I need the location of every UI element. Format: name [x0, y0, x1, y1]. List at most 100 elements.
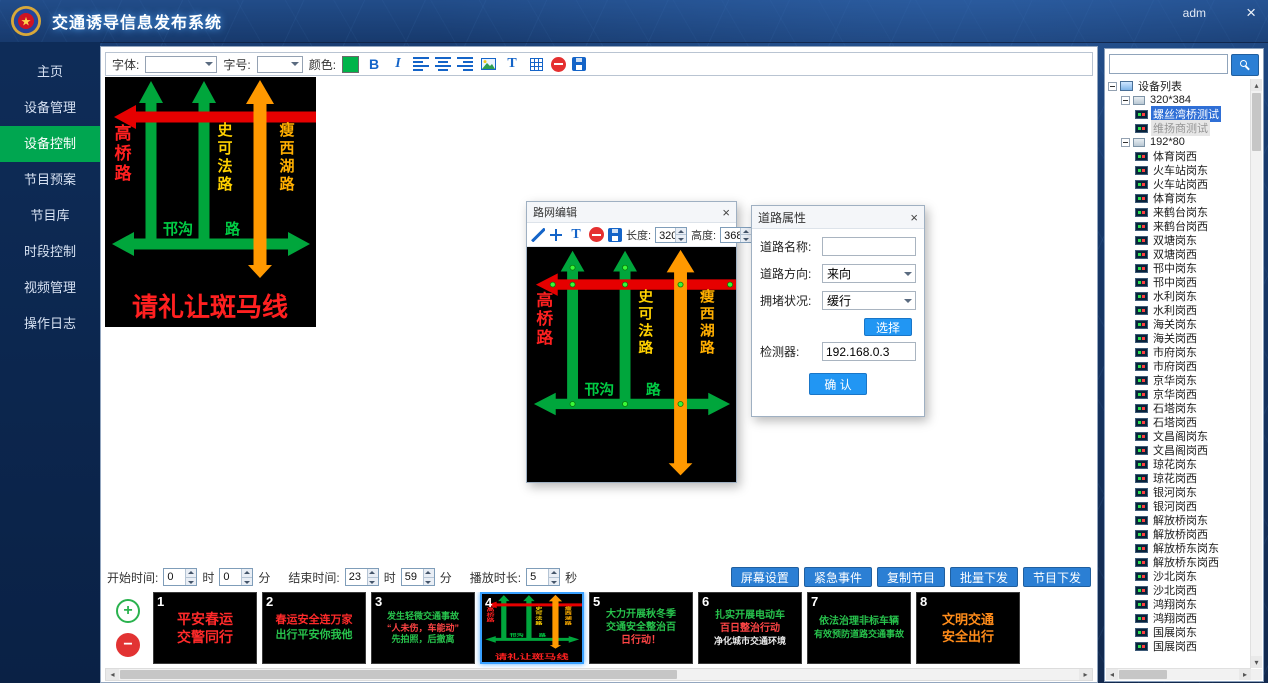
tree-device[interactable]: 体育岗西 [1108, 149, 1250, 163]
tree-device[interactable]: 文昌阁岗东 [1108, 429, 1250, 443]
spin-down-icon[interactable] [242, 577, 252, 586]
tree-device[interactable]: 水利岗东 [1108, 289, 1250, 303]
tree-device[interactable]: 火车站岗东 [1108, 163, 1250, 177]
detector-input[interactable] [822, 342, 916, 361]
align-left-icon[interactable] [413, 55, 429, 73]
tree-device[interactable]: 市府岗西 [1108, 359, 1250, 373]
start-hour-spinner[interactable]: 0 [163, 568, 197, 586]
scroll-right-icon[interactable] [1079, 669, 1092, 680]
tree-device[interactable]: 文昌阁岗西 [1108, 443, 1250, 457]
length-spinner[interactable]: 320 [655, 227, 687, 243]
collapse-icon[interactable] [1121, 138, 1130, 147]
tree-device[interactable]: 石塔岗西 [1108, 415, 1250, 429]
remove-program-button[interactable]: − [116, 633, 140, 657]
sidebar-item-device-control[interactable]: 设备控制 [0, 126, 100, 162]
scrollbar-thumb[interactable] [1119, 670, 1167, 679]
tree-device[interactable]: 解放桥岗东 [1108, 513, 1250, 527]
tree-device[interactable]: 琼花岗东 [1108, 457, 1250, 471]
close-icon[interactable]: × [1246, 3, 1256, 23]
horizontal-scrollbar[interactable] [105, 668, 1093, 681]
tree-device[interactable]: 体育岗东 [1108, 191, 1250, 205]
color-swatch[interactable] [342, 56, 359, 73]
road-name-input[interactable] [822, 237, 916, 256]
dialog-titlebar[interactable]: 道路属性 × [752, 206, 924, 229]
tree-device[interactable]: 邗中岗西 [1108, 275, 1250, 289]
tree-device[interactable]: 市府岗东 [1108, 345, 1250, 359]
screen-settings-button[interactable]: 屏幕设置 [731, 567, 799, 587]
add-program-button[interactable]: + [116, 599, 140, 623]
text-tool-icon[interactable]: T [567, 226, 585, 244]
road-direction-select[interactable]: 来向 [822, 264, 916, 283]
program-thumbnail[interactable]: 2春运安全连万家出行平安你我他 [262, 592, 366, 664]
emergency-event-button[interactable]: 紧急事件 [804, 567, 872, 587]
save-icon[interactable] [572, 57, 586, 71]
draw-line-icon[interactable] [531, 228, 545, 242]
tree-device[interactable]: 维扬商测试 [1108, 121, 1250, 135]
sidebar-item-device-management[interactable]: 设备管理 [0, 90, 100, 126]
sidebar-item-home[interactable]: 主页 [0, 54, 100, 90]
tree-device[interactable]: 银河岗东 [1108, 485, 1250, 499]
font-select[interactable] [145, 56, 217, 73]
align-right-icon[interactable] [457, 55, 473, 73]
scroll-left-icon[interactable] [1106, 669, 1118, 680]
tree-device[interactable]: 国展岗东 [1108, 625, 1250, 639]
program-thumbnail[interactable]: 5大力开展秋冬季交通安全整治百日行动！ [589, 592, 693, 664]
dialog-titlebar[interactable]: 路网编辑 × [527, 202, 736, 223]
save-icon[interactable] [608, 228, 622, 242]
italic-button[interactable]: I [389, 55, 407, 73]
collapse-icon[interactable] [1121, 96, 1130, 105]
tree-horizontal-scrollbar[interactable] [1106, 668, 1251, 680]
spin-up-icon[interactable] [424, 569, 434, 577]
collapse-icon[interactable] [1108, 82, 1117, 91]
close-icon[interactable]: × [722, 205, 730, 220]
tree-root[interactable]: 设备列表 [1108, 79, 1250, 93]
tree-device[interactable]: 鸿翔岗东 [1108, 597, 1250, 611]
tree-device[interactable]: 螺丝湾桥测试 [1108, 107, 1250, 121]
spin-down-icon[interactable] [549, 577, 559, 586]
tree-device[interactable]: 来鹤台岗东 [1108, 205, 1250, 219]
delete-icon[interactable] [551, 57, 566, 72]
program-dispatch-button[interactable]: 节目下发 [1023, 567, 1091, 587]
add-node-icon[interactable] [549, 228, 563, 242]
spin-up-icon[interactable] [186, 569, 196, 577]
user-name[interactable]: adm [1183, 6, 1206, 20]
tree-device[interactable]: 银河岗西 [1108, 499, 1250, 513]
tree-device[interactable]: 水利岗西 [1108, 303, 1250, 317]
tree-device[interactable]: 京华岗东 [1108, 373, 1250, 387]
tree-device[interactable]: 来鹤台岗西 [1108, 219, 1250, 233]
delete-icon[interactable] [589, 227, 604, 242]
search-button[interactable] [1231, 54, 1259, 76]
duration-value[interactable]: 5 [527, 569, 548, 585]
tree-device[interactable]: 京华岗西 [1108, 387, 1250, 401]
start-minute-spinner[interactable]: 0 [219, 568, 253, 586]
search-input[interactable] [1109, 54, 1228, 74]
insert-table-icon[interactable] [527, 55, 545, 73]
tree-device[interactable]: 琼花岗西 [1108, 471, 1250, 485]
tree-device[interactable]: 邗中岗东 [1108, 261, 1250, 275]
sidebar-item-program-plan[interactable]: 节目预案 [0, 162, 100, 198]
program-thumbnail[interactable]: 4高桥路史可法路瘦西湖路邗沟路请礼让斑马线 [480, 592, 584, 664]
tree-group[interactable]: 192*80 [1108, 135, 1250, 149]
sidebar-item-video-management[interactable]: 视频管理 [0, 270, 100, 306]
tree-device[interactable]: 解放桥东岗西 [1108, 555, 1250, 569]
end-minute-value[interactable]: 59 [402, 569, 423, 585]
select-detector-button[interactable]: 选择 [864, 318, 912, 336]
tree-device[interactable]: 国展岗西 [1108, 639, 1250, 653]
height-spinner[interactable]: 368 [720, 227, 752, 243]
copy-program-button[interactable]: 复制节目 [877, 567, 945, 587]
length-value[interactable]: 320 [656, 228, 675, 242]
duration-spinner[interactable]: 5 [526, 568, 560, 586]
display-preview[interactable]: 高桥路史可法路瘦西湖路邗沟路请礼让斑马线 [105, 77, 316, 327]
scroll-down-icon[interactable] [1251, 656, 1262, 668]
program-thumbnail[interactable]: 3发生轻微交通事故“人未伤，车能动”先拍照，后撤离 [371, 592, 475, 664]
scroll-left-icon[interactable] [106, 669, 119, 680]
scrollbar-thumb[interactable] [1252, 93, 1261, 151]
height-value[interactable]: 368 [721, 228, 740, 242]
spin-down-icon[interactable] [676, 234, 686, 242]
confirm-button[interactable]: 确 认 [809, 373, 867, 395]
tree-vertical-scrollbar[interactable] [1250, 79, 1262, 668]
program-thumbnail[interactable]: 7依法治理非标车辆有效预防道路交通事故 [807, 592, 911, 664]
tree-device[interactable]: 解放桥东岗东 [1108, 541, 1250, 555]
spin-down-icon[interactable] [368, 577, 378, 586]
sidebar-item-time-control[interactable]: 时段控制 [0, 234, 100, 270]
